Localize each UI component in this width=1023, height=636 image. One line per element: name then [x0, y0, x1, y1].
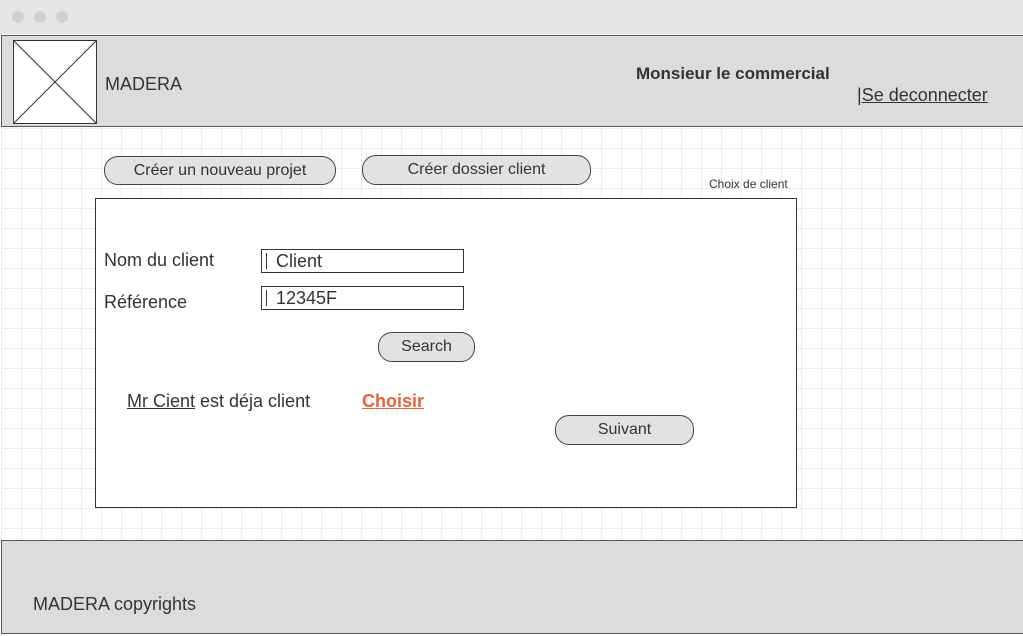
panel-title: Choix de client	[709, 177, 788, 191]
client-name-label: Nom du client	[104, 250, 215, 270]
search-button[interactable]: Search	[378, 332, 475, 362]
page-header: MADERA Monsieur le commercial |Se deconn…	[1, 35, 1023, 127]
image-placeholder-icon	[14, 41, 96, 123]
text-caret	[266, 290, 267, 306]
window-title-bar	[0, 0, 1023, 34]
choose-client-link[interactable]: Choisir	[362, 391, 424, 412]
logout-link[interactable]: Se deconnecter	[862, 85, 988, 105]
window-close-dot[interactable]	[12, 11, 24, 23]
user-title: Monsieur le commercial	[636, 64, 830, 83]
next-button[interactable]: Suivant	[555, 415, 694, 445]
logo-placeholder-image	[13, 40, 97, 124]
copyright-text: MADERA copyrights	[33, 594, 197, 614]
client-name-input[interactable]: Client	[261, 249, 464, 273]
reference-label: Référence	[104, 292, 188, 312]
reference-input[interactable]: 12345F	[261, 286, 464, 310]
logout-area: |Se deconnecter	[857, 85, 988, 106]
page-footer: MADERA copyrights	[1, 540, 1023, 634]
new-client-file-button[interactable]: Créer dossier client	[362, 155, 591, 185]
existing-client-name[interactable]: Mr Cient	[127, 391, 195, 411]
existing-client-message: Mr Cient est déja client	[127, 391, 310, 412]
brand-name: MADERA	[105, 74, 183, 94]
window-minimize-dot[interactable]	[34, 11, 46, 23]
existing-client-suffix: est déja client	[195, 391, 311, 411]
client-name-value: Client	[276, 251, 323, 271]
text-caret	[266, 253, 267, 269]
new-project-button[interactable]: Créer un nouveau projet	[104, 156, 336, 185]
reference-value: 12345F	[276, 288, 338, 308]
window-maximize-dot[interactable]	[56, 11, 68, 23]
